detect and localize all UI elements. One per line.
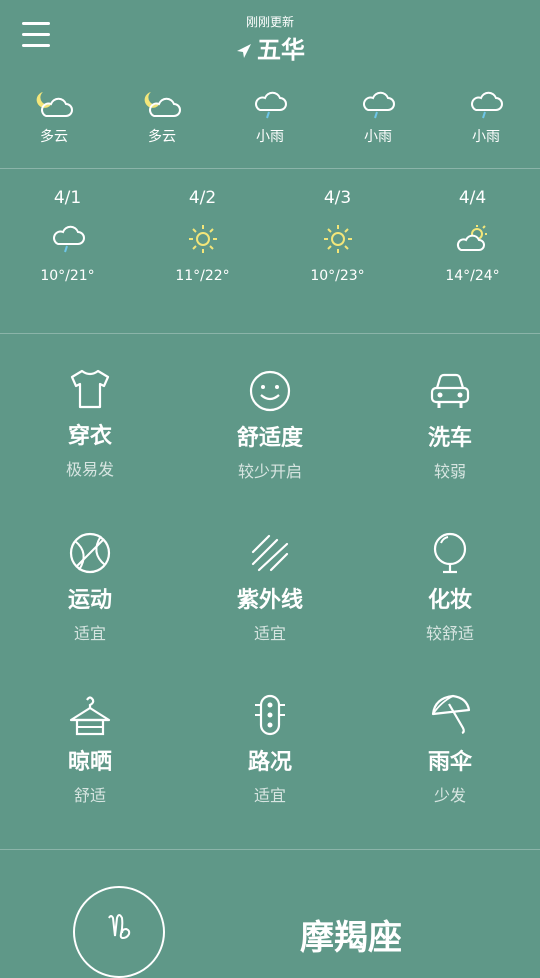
index-title: 化妆 xyxy=(427,588,472,613)
update-status: 刚刚更新 xyxy=(245,15,294,29)
basketball-icon xyxy=(69,532,111,574)
hanger-icon xyxy=(69,696,111,736)
daily-date: 4/3 xyxy=(323,188,352,208)
daily-date: 4/1 xyxy=(53,188,82,208)
divider xyxy=(0,849,540,850)
daily-item[interactable]: 4/2 11°/22° xyxy=(135,188,270,284)
sunny-icon xyxy=(323,225,352,253)
hourly-label: 多云 xyxy=(148,129,176,145)
index-title: 穿衣 xyxy=(67,424,112,449)
index-uv[interactable]: 紫外线 适宜 xyxy=(180,530,360,644)
smiley-icon xyxy=(249,370,291,412)
hourly-label: 多云 xyxy=(40,129,68,145)
index-value: 适宜 xyxy=(253,786,286,805)
index-value: 适宜 xyxy=(73,624,106,643)
partly-cloudy-icon xyxy=(456,225,487,251)
mirror-icon xyxy=(433,532,467,574)
tshirt-icon xyxy=(70,369,110,409)
hourly-label: 小雨 xyxy=(256,129,284,145)
cloudy-night-icon xyxy=(144,92,181,117)
hourly-item: 小雨 xyxy=(216,88,324,146)
light-rain-icon xyxy=(363,91,395,119)
index-value: 极易发 xyxy=(65,460,114,479)
zodiac-badge[interactable] xyxy=(73,886,165,978)
index-traffic[interactable]: 路况 适宜 xyxy=(180,692,360,806)
index-comfort[interactable]: 舒适度 较少开启 xyxy=(180,368,360,482)
index-value: 较弱 xyxy=(433,462,466,481)
index-title: 雨伞 xyxy=(427,750,472,775)
hourly-item: 多云 xyxy=(108,88,216,146)
city-name: 五华 xyxy=(257,36,305,64)
daily-temp: 11°/22° xyxy=(175,268,230,284)
index-umbrella[interactable]: 雨伞 少发 xyxy=(360,692,540,806)
daily-item[interactable]: 4/4 14°/24° xyxy=(405,188,540,284)
city-title[interactable]: 五华 xyxy=(0,30,540,65)
daily-temp: 14°/24° xyxy=(445,268,500,284)
hourly-item: 小雨 xyxy=(324,88,432,146)
sunny-icon xyxy=(188,225,217,253)
daily-date: 4/2 xyxy=(188,188,217,208)
index-value: 较少开启 xyxy=(237,462,302,481)
daily-temp: 10°/23° xyxy=(310,268,365,284)
uv-icon xyxy=(251,534,289,572)
light-rain-icon xyxy=(255,91,287,119)
light-rain-icon xyxy=(471,91,503,119)
index-title: 晾晒 xyxy=(67,750,112,775)
cloudy-night-icon xyxy=(36,92,73,117)
hourly-label: 小雨 xyxy=(364,129,392,145)
index-title: 舒适度 xyxy=(236,426,303,451)
index-value: 适宜 xyxy=(253,624,286,643)
daily-forecast: 4/1 10°/21° 4/2 11°/22° 4/3 10°/23° 4/4 … xyxy=(0,188,540,318)
index-sport[interactable]: 运动 适宜 xyxy=(0,530,180,644)
index-value: 较舒适 xyxy=(425,624,474,643)
traffic-light-icon xyxy=(255,694,285,736)
capricorn-icon xyxy=(108,914,131,940)
hourly-item: 多云 xyxy=(0,88,108,146)
zodiac-name: 摩羯座 xyxy=(300,918,402,958)
hourly-label: 小雨 xyxy=(472,129,500,145)
index-title: 运动 xyxy=(67,588,112,613)
location-arrow-icon xyxy=(237,44,251,58)
index-carwash[interactable]: 洗车 较弱 xyxy=(360,368,540,482)
divider xyxy=(0,333,540,334)
car-icon xyxy=(430,373,470,408)
daily-item[interactable]: 4/3 10°/23° xyxy=(270,188,405,284)
divider xyxy=(0,168,540,169)
daily-item[interactable]: 4/1 10°/21° xyxy=(0,188,135,284)
daily-temp: 10°/21° xyxy=(40,268,95,284)
index-value: 舒适 xyxy=(73,786,106,805)
daily-date: 4/4 xyxy=(458,188,487,208)
light-rain-icon xyxy=(52,225,85,253)
umbrella-icon xyxy=(431,694,471,735)
hourly-item: 小雨 xyxy=(432,88,540,146)
index-value: 少发 xyxy=(433,786,466,805)
index-title: 路况 xyxy=(247,750,292,775)
index-title: 紫外线 xyxy=(236,588,303,613)
index-makeup[interactable]: 化妆 较舒适 xyxy=(360,530,540,644)
index-title: 洗车 xyxy=(427,426,472,451)
hourly-forecast: 多云 多云 小雨 小雨 小雨 xyxy=(0,88,540,158)
index-clothing[interactable]: 穿衣 极易发 xyxy=(0,366,180,480)
index-drying[interactable]: 晾晒 舒适 xyxy=(0,692,180,806)
